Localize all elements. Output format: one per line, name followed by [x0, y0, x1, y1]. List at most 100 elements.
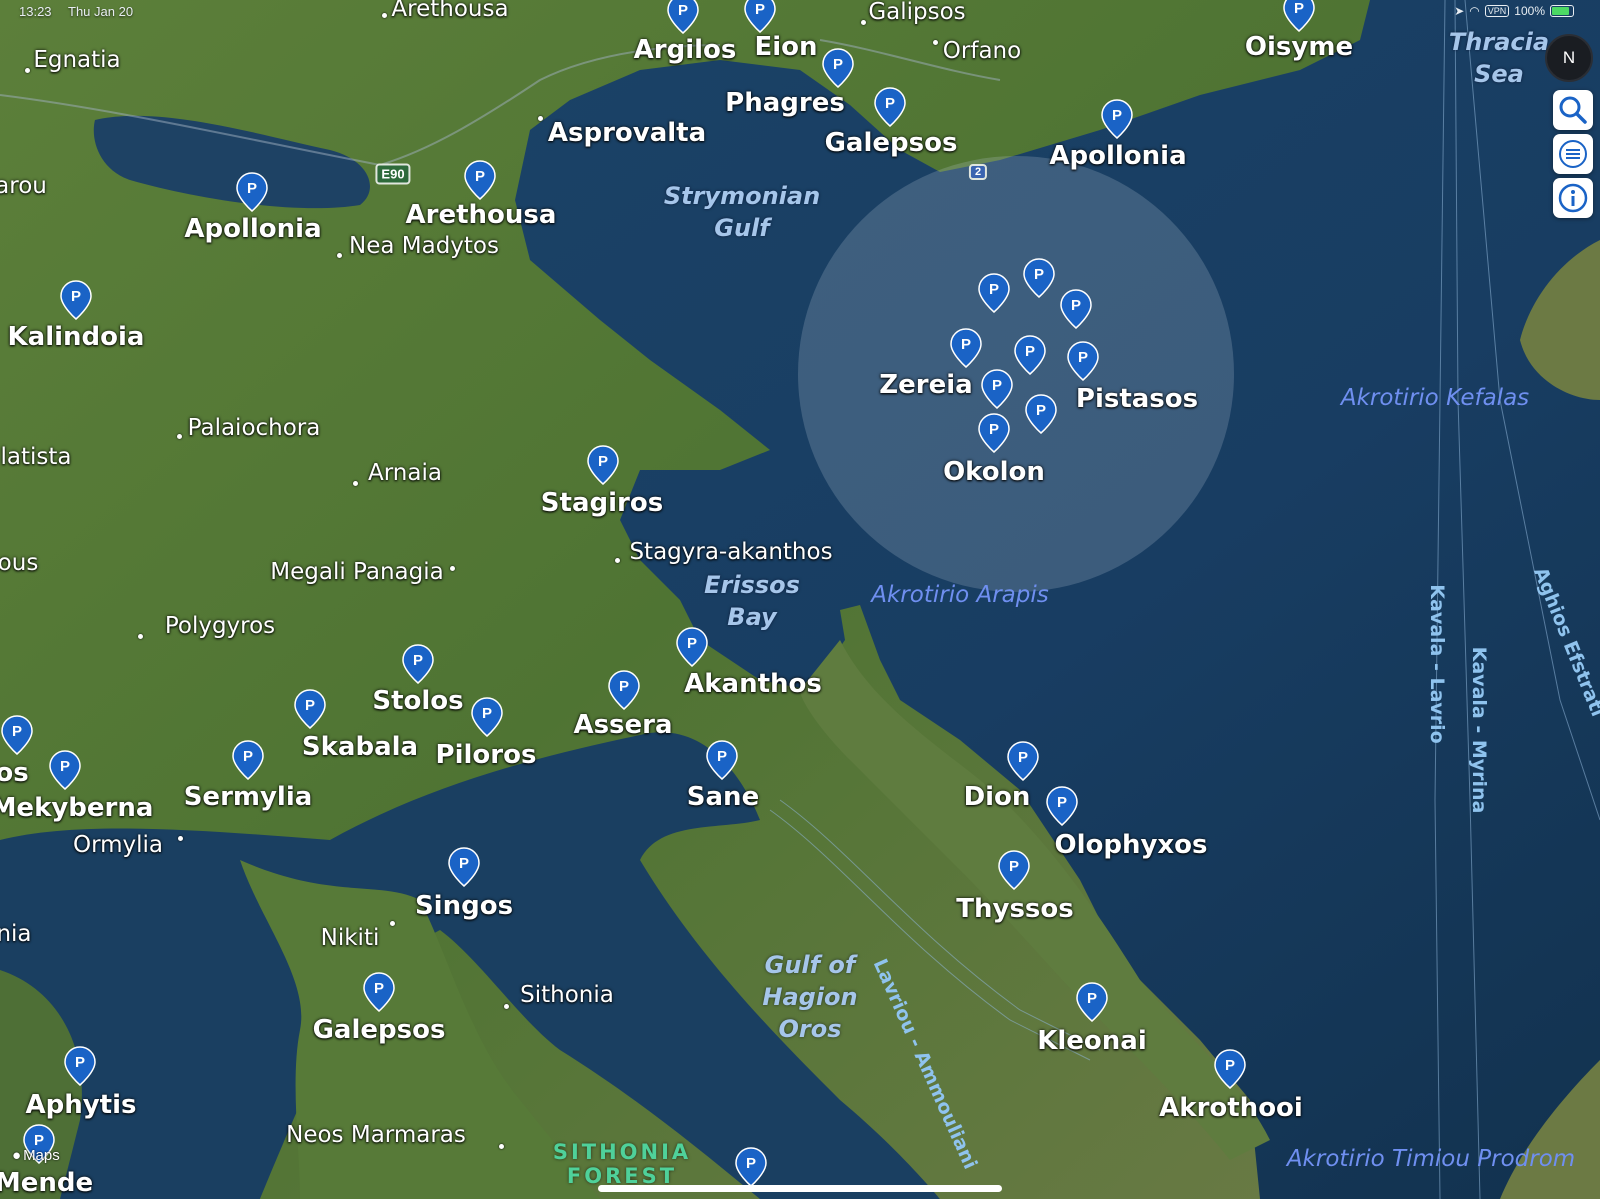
svg-text:P: P — [687, 635, 697, 652]
place-label-sermylia[interactable]: Sermylia — [184, 782, 313, 812]
parking-pin[interactable]: P — [980, 368, 1014, 410]
parking-pin[interactable]: P — [977, 412, 1011, 454]
place-label-phagres[interactable]: Phagres — [725, 88, 845, 118]
place-label-kalindoia[interactable]: Kalindoia — [8, 322, 145, 352]
parking-pin[interactable]: P — [1282, 0, 1316, 33]
place-label-nikiti[interactable]: Nikiti — [321, 925, 380, 951]
place-label-kleonai[interactable]: Kleonai — [1037, 1026, 1147, 1056]
parking-pin[interactable]: P — [675, 626, 709, 668]
place-label-eion[interactable]: Eion — [754, 32, 817, 62]
parking-pin[interactable]: P — [1213, 1048, 1247, 1090]
layers-button[interactable] — [1553, 134, 1593, 174]
place-label-mekyberna[interactable]: Mekyberna — [0, 793, 153, 823]
parking-pin[interactable]: P — [705, 739, 739, 781]
place-label-sithonia[interactable]: Sithonia — [520, 982, 614, 1008]
place-label-skabala[interactable]: Skabala — [302, 732, 418, 762]
maps-attribution[interactable]: ● Maps — [12, 1147, 60, 1164]
place-label-stagiros[interactable]: Stagiros — [541, 488, 663, 518]
place-label-argilos[interactable]: Argilos — [634, 35, 737, 65]
apple-logo-icon: ● — [12, 1147, 22, 1164]
info-icon — [1558, 183, 1588, 213]
parking-pin[interactable]: P — [1059, 288, 1093, 330]
parking-pin[interactable]: P — [362, 971, 396, 1013]
parking-pin[interactable]: P — [231, 739, 265, 781]
parking-pin[interactable]: P — [977, 272, 1011, 314]
home-indicator[interactable] — [598, 1185, 1002, 1192]
place-label-orfano[interactable]: Orfano — [943, 38, 1021, 64]
place-dot — [382, 13, 387, 18]
place-label-latista[interactable]: latista — [1, 444, 72, 470]
place-label-okolon[interactable]: Okolon — [943, 457, 1045, 487]
parking-pin[interactable]: P — [447, 846, 481, 888]
compass-button[interactable]: N — [1545, 34, 1593, 82]
place-label-palaiochora[interactable]: Palaiochora — [188, 415, 321, 441]
search-button[interactable] — [1553, 90, 1593, 130]
parking-pin[interactable]: P — [463, 159, 497, 201]
place-label-oisyme[interactable]: Oisyme — [1245, 32, 1353, 62]
place-label-piloros[interactable]: Piloros — [436, 740, 537, 770]
parking-pin[interactable]: P — [48, 749, 82, 791]
info-button[interactable] — [1553, 178, 1593, 218]
place-label-apollonia[interactable]: Apollonia — [184, 214, 321, 244]
parking-pin[interactable]: P — [1066, 340, 1100, 382]
place-label-assera[interactable]: Assera — [573, 710, 672, 740]
map-view[interactable]: 13:23 Thu Jan 20 ➤ ◠ VPN 100% E90 2 Aret… — [0, 0, 1600, 1199]
place-label-nia[interactable]: nia — [0, 921, 32, 947]
place-label-egnatia[interactable]: Egnatia — [33, 47, 120, 73]
place-label-singos[interactable]: Singos — [415, 891, 513, 921]
place-label-arnaia[interactable]: Arnaia — [368, 460, 442, 486]
parking-pin[interactable]: P — [1045, 785, 1079, 827]
svg-text:P: P — [1025, 343, 1035, 360]
place-label-galepsos[interactable]: Galepsos — [825, 128, 958, 158]
place-label-apollonia[interactable]: Apollonia — [1049, 141, 1186, 171]
place-label-dion[interactable]: Dion — [964, 782, 1031, 812]
parking-pin[interactable]: P — [586, 444, 620, 486]
parking-pin[interactable]: P — [997, 849, 1031, 891]
place-label-akanthos[interactable]: Akanthos — [684, 669, 822, 699]
place-label-asprovalta[interactable]: Asprovalta — [548, 118, 706, 148]
parking-pin[interactable]: P — [1022, 257, 1056, 299]
place-label-stagyra-akanthos[interactable]: Stagyra-akanthos — [629, 539, 832, 565]
place-label-galepsos[interactable]: Galepsos — [313, 1015, 446, 1045]
parking-pin[interactable]: P — [235, 171, 269, 213]
place-label-megali-panagia[interactable]: Megali Panagia — [270, 559, 443, 585]
place-label-neos-marmaras[interactable]: Neos Marmaras — [286, 1122, 466, 1148]
parking-pin[interactable]: P — [949, 327, 983, 369]
parking-pin[interactable]: P — [401, 643, 435, 685]
place-label-sane[interactable]: Sane — [687, 782, 759, 812]
parking-pin[interactable]: P — [821, 47, 855, 89]
parking-pin[interactable]: P — [1100, 98, 1134, 140]
parking-pin[interactable]: P — [59, 279, 93, 321]
place-label-galipsos[interactable]: Galipsos — [868, 0, 965, 25]
place-label-stolos[interactable]: Stolos — [372, 686, 463, 716]
svg-text:P: P — [755, 1, 765, 18]
parking-pin[interactable]: P — [1006, 740, 1040, 782]
parking-pin[interactable]: P — [666, 0, 700, 35]
parking-pin[interactable]: P — [734, 1146, 768, 1188]
parking-pin[interactable]: P — [63, 1045, 97, 1087]
parking-pin[interactable]: P — [470, 696, 504, 738]
place-label-arethousa[interactable]: Arethousa — [406, 200, 557, 230]
parking-pin[interactable]: P — [1024, 393, 1058, 435]
place-label-zereia[interactable]: Zereia — [879, 370, 972, 400]
place-label-polygyros[interactable]: Polygyros — [165, 613, 275, 639]
place-label-arethousa[interactable]: Arethousa — [391, 0, 508, 22]
place-label-olophyxos[interactable]: Olophyxos — [1054, 830, 1207, 860]
place-label-os[interactable]: os — [0, 758, 29, 788]
place-label-nea-madytos[interactable]: Nea Madytos — [349, 233, 499, 259]
parking-pin[interactable]: P — [1075, 981, 1109, 1023]
place-label-arou[interactable]: arou — [0, 173, 47, 199]
place-label-mende[interactable]: Mende — [0, 1168, 93, 1198]
place-label-thyssos[interactable]: Thyssos — [956, 894, 1073, 924]
parking-pin[interactable]: P — [293, 688, 327, 730]
parking-pin[interactable]: P — [1013, 334, 1047, 376]
place-label-ous[interactable]: ous — [0, 550, 38, 576]
place-label-pistasos[interactable]: Pistasos — [1076, 384, 1198, 414]
place-label-aphytis[interactable]: Aphytis — [25, 1090, 136, 1120]
parking-pin[interactable]: P — [873, 86, 907, 128]
place-label-akrothooi[interactable]: Akrothooi — [1159, 1093, 1303, 1123]
place-label-ormylia[interactable]: Ormylia — [73, 832, 163, 858]
parking-pin[interactable]: P — [743, 0, 777, 34]
parking-pin[interactable]: P — [607, 669, 641, 711]
parking-pin[interactable]: P — [0, 714, 34, 756]
